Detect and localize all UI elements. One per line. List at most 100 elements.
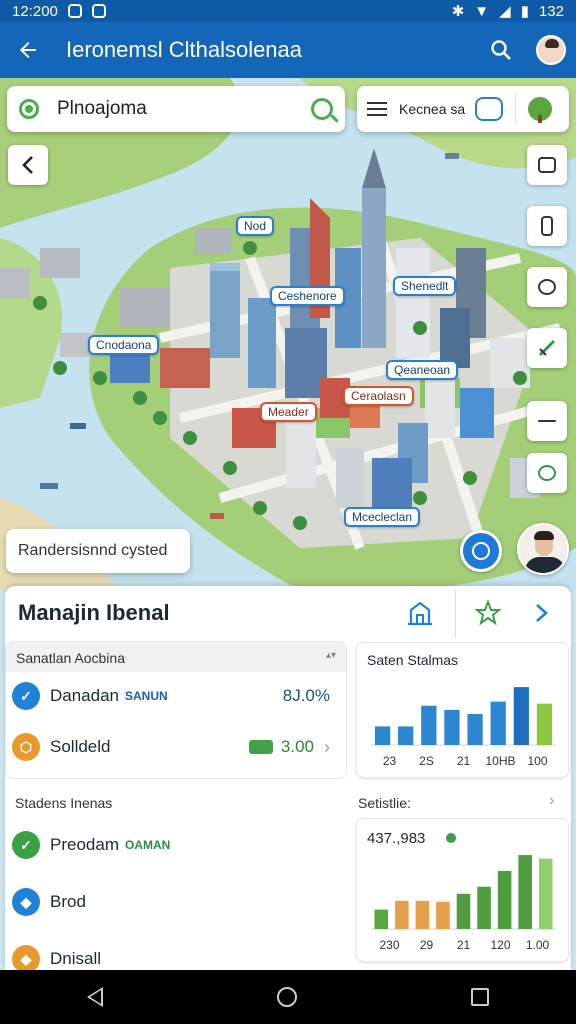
map-label[interactable]: Shenedlt [393, 276, 457, 296]
app-bar: Ieronemsl Clthalsolenaa [0, 22, 576, 78]
battery-icon: ▮ [520, 3, 529, 20]
tick-label: 29 [420, 938, 434, 952]
status-bar: 12:200 ✱ ▼ ◢ ▮ 132 [0, 0, 576, 22]
phone-icon [541, 216, 553, 236]
phone-button[interactable] [527, 206, 567, 246]
panel-title: Manajin Ibenal [18, 600, 170, 625]
tick-label: 230 [379, 938, 399, 952]
tick-label: 120 [490, 938, 510, 952]
compass-button[interactable] [527, 267, 567, 307]
chart-bar [513, 687, 529, 745]
favorite-button[interactable] [465, 590, 511, 636]
map-label[interactable]: Meader [260, 402, 317, 422]
map-back-button[interactable] [8, 145, 48, 185]
chevron-right-icon[interactable]: › [549, 792, 554, 810]
clock: 12:200 [12, 2, 58, 20]
search-icon[interactable] [476, 25, 526, 75]
eco-button[interactable] [527, 453, 567, 493]
chart-bar [444, 709, 460, 745]
cash-icon [248, 740, 273, 754]
home-icon[interactable] [277, 987, 297, 1007]
item-tag: OAMAN [124, 838, 171, 852]
item-value: 3.00 [280, 737, 314, 756]
item-name: Brod [50, 892, 86, 911]
list-item[interactable]: ✓ Danadan SANUN 8J.0% [12, 679, 330, 713]
app-notification-icon [91, 4, 106, 18]
map-label[interactable]: Ceraolasn [343, 386, 414, 406]
statistics-chart-card[interactable]: 230 29 21 120 1.00 437.,983 [356, 818, 569, 962]
menu-icon[interactable] [367, 102, 387, 116]
chart-bar [415, 900, 430, 929]
system-nav-bar [0, 970, 576, 1024]
search-field[interactable]: Plnoajoma [7, 86, 345, 132]
section-title: Stadens Inenas [15, 795, 113, 811]
card-header[interactable]: Sanatlan Aocbina ▴▾ [6, 642, 346, 672]
layer-filter[interactable]: Kecnea sa [357, 86, 569, 132]
chart-bar [477, 886, 491, 929]
tick-label: 10HB [485, 754, 515, 768]
bar-chart: 23 2S 21 10HB 100 [371, 687, 556, 768]
list-item[interactable]: ✓ Preodam OAMAN [12, 828, 330, 862]
search-icon[interactable] [311, 98, 333, 120]
my-location-button[interactable] [460, 530, 502, 572]
chart-bar [374, 909, 389, 929]
search-input[interactable]: Plnoajoma [57, 98, 311, 120]
tick-label: 100 [527, 754, 547, 768]
chart-bar [497, 870, 512, 929]
chevron-left-icon [22, 156, 33, 174]
layers-icon [538, 157, 556, 173]
layers-button[interactable] [527, 145, 567, 185]
avatar-body [525, 557, 565, 573]
back-arrow-icon[interactable] [0, 22, 56, 78]
profile-avatar[interactable] [526, 25, 576, 75]
chart-bar [538, 858, 553, 929]
map-label[interactable]: Mcecleclan [344, 507, 421, 527]
item-tag: SANUN [125, 689, 168, 703]
chart-bar [374, 726, 391, 745]
item-value: 8J.0% [282, 686, 330, 705]
section-title: Setistlie: [358, 795, 411, 811]
tick-label: 2S [419, 754, 434, 768]
compass-icon [538, 279, 556, 295]
leaf-icon [538, 465, 556, 481]
chart-bar [490, 701, 506, 745]
map-label[interactable]: Nod [236, 216, 275, 236]
chart-bar [421, 705, 437, 745]
tick-label: 21 [457, 754, 471, 768]
forward-button[interactable] [519, 590, 565, 636]
pin-icon: ◆ [12, 888, 40, 916]
battery-level: 132 [538, 2, 564, 20]
back-icon[interactable] [87, 987, 103, 1007]
speedometer-icon[interactable] [475, 97, 504, 121]
home-button[interactable] [397, 590, 443, 636]
map-label[interactable]: Ceshenore [270, 286, 345, 306]
draw-button[interactable] [527, 328, 567, 368]
sales-chart-card[interactable]: Saten Stalmas 23 2S 21 10HB 100 [356, 642, 569, 778]
city-map[interactable]: Nod Ceshenore Shenedlt Cnodaona Qeaneoan… [0, 78, 576, 590]
home-icon [408, 601, 432, 626]
sort-icon[interactable]: ▴▾ [326, 650, 336, 664]
tag-icon: ◆ [12, 945, 40, 973]
chart-bar [518, 855, 532, 929]
location-dot-icon [19, 99, 39, 119]
map-illustration [0, 78, 576, 590]
status-toast: Randersisnnd cysted [6, 529, 190, 573]
chart-bar [467, 714, 483, 745]
tree-icon[interactable] [528, 97, 553, 123]
map-label[interactable]: Cnodaona [88, 335, 160, 355]
page-title: Ieronemsl Clthalsolenaa [66, 37, 303, 62]
zoom-out-button[interactable] [527, 401, 567, 441]
recents-icon[interactable] [471, 988, 489, 1006]
chart-bar [536, 703, 553, 745]
map-label[interactable]: Qeaneoan [386, 360, 459, 380]
chevron-right-icon[interactable]: › [324, 737, 330, 758]
check-icon: ✓ [12, 831, 40, 859]
bar-chart: 230 29 21 120 1.00 437.,983 [367, 830, 556, 952]
list-item[interactable]: ◆ Brod [12, 885, 330, 919]
user-avatar[interactable] [517, 523, 569, 575]
avatar [536, 35, 566, 65]
chart-bar [395, 900, 409, 929]
item-name: Danadan [50, 686, 120, 705]
chart-headline-value: 437.,983 [367, 830, 425, 847]
list-item[interactable]: ⬡ Solldeld 3.00 › [12, 730, 330, 764]
